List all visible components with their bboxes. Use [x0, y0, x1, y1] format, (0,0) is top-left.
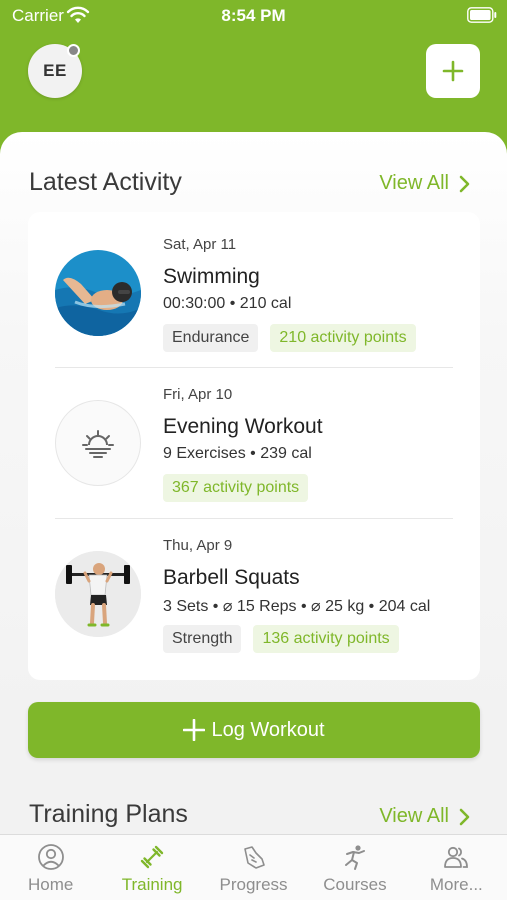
- sunset-icon: [55, 400, 141, 486]
- activity-stats: 9 Exercises • 239 cal: [163, 445, 312, 462]
- activity-stats: 00:30:00 • 210 cal: [163, 295, 292, 312]
- avatar-initials: EE: [43, 61, 67, 80]
- activity-date: Sat, Apr 11: [163, 236, 237, 253]
- activity-card: Sat, Apr 11 Swimming 00:30:00 • 210 cal …: [28, 212, 480, 680]
- activity-name: Barbell Squats: [163, 566, 300, 589]
- latest-activity-view-all[interactable]: View All: [379, 172, 471, 195]
- points-tag: 210 activity points: [270, 324, 416, 352]
- tab-label: Training: [121, 875, 183, 894]
- running-figure-icon: [344, 845, 365, 870]
- view-all-label: View All: [379, 805, 449, 827]
- chevron-right-icon: [459, 175, 470, 192]
- screen: Carrier 8:54 PM EE Latest Activity View …: [0, 0, 507, 900]
- view-all-label: View All: [379, 172, 449, 194]
- status-bar: Carrier 8:54 PM: [0, 0, 507, 32]
- log-workout-label: Log Workout: [211, 718, 325, 741]
- training-plans-title: Training Plans: [29, 800, 188, 828]
- activity-date: Fri, Apr 10: [163, 386, 233, 403]
- activity-tags: Strength 136 activity points: [163, 625, 399, 653]
- tab-more[interactable]: More...: [406, 835, 507, 900]
- tab-training[interactable]: Training: [101, 835, 202, 900]
- activity-name: Swimming: [163, 265, 260, 288]
- add-button[interactable]: [426, 44, 480, 98]
- category-tag: Strength: [163, 625, 242, 653]
- tab-bar: Home Training Progress Courses More...: [0, 834, 507, 900]
- activity-tags: Endurance 210 activity points: [163, 324, 416, 352]
- activity-date: Thu, Apr 9: [163, 537, 233, 554]
- barbell-squats-illustration: [55, 551, 141, 637]
- latest-activity-title: Latest Activity: [29, 168, 182, 196]
- activity-item-barbell-squats[interactable]: Thu, Apr 9 Barbell Squats 3 Sets • ⌀ 15 …: [28, 513, 480, 663]
- avatar[interactable]: EE: [28, 44, 82, 98]
- activity-item-evening-workout[interactable]: Fri, Apr 10 Evening Workout 9 Exercises …: [28, 362, 480, 512]
- tab-courses[interactable]: Courses: [304, 835, 405, 900]
- person-icon: [37, 844, 64, 870]
- tab-label: Courses: [323, 875, 387, 894]
- points-tag: 136 activity points: [253, 625, 399, 653]
- points-tag: 367 activity points: [163, 474, 309, 502]
- activity-tags: 367 activity points: [163, 474, 309, 502]
- clock: 8:54 PM: [221, 6, 286, 25]
- activity-stats: 3 Sets • ⌀ 15 Reps • ⌀ 25 kg • 204 cal: [163, 598, 431, 615]
- progress-icon: [243, 846, 265, 869]
- swimming-photo: [55, 250, 141, 336]
- dumbbell-icon: [140, 845, 164, 869]
- activity-item-swimming[interactable]: Sat, Apr 11 Swimming 00:30:00 • 210 cal …: [28, 212, 480, 362]
- battery-icon: [467, 7, 497, 23]
- plus-icon: [442, 60, 464, 82]
- tab-label: Progress: [219, 875, 288, 894]
- plus-icon: [183, 719, 206, 741]
- tab-label: Home: [28, 875, 74, 894]
- log-workout-button[interactable]: Log Workout: [28, 702, 480, 758]
- people-icon: [444, 846, 469, 868]
- tab-progress[interactable]: Progress: [203, 835, 304, 900]
- main-sheet: Latest Activity View All Sat, Apr 11 Swi…: [0, 132, 507, 900]
- chevron-right-icon: [459, 808, 470, 825]
- tab-home[interactable]: Home: [0, 835, 101, 900]
- tab-label: More...: [429, 875, 483, 894]
- activity-name: Evening Workout: [163, 415, 323, 438]
- status-dot: [67, 44, 80, 57]
- category-tag: Endurance: [163, 324, 259, 352]
- training-plans-view-all[interactable]: View All: [379, 805, 471, 828]
